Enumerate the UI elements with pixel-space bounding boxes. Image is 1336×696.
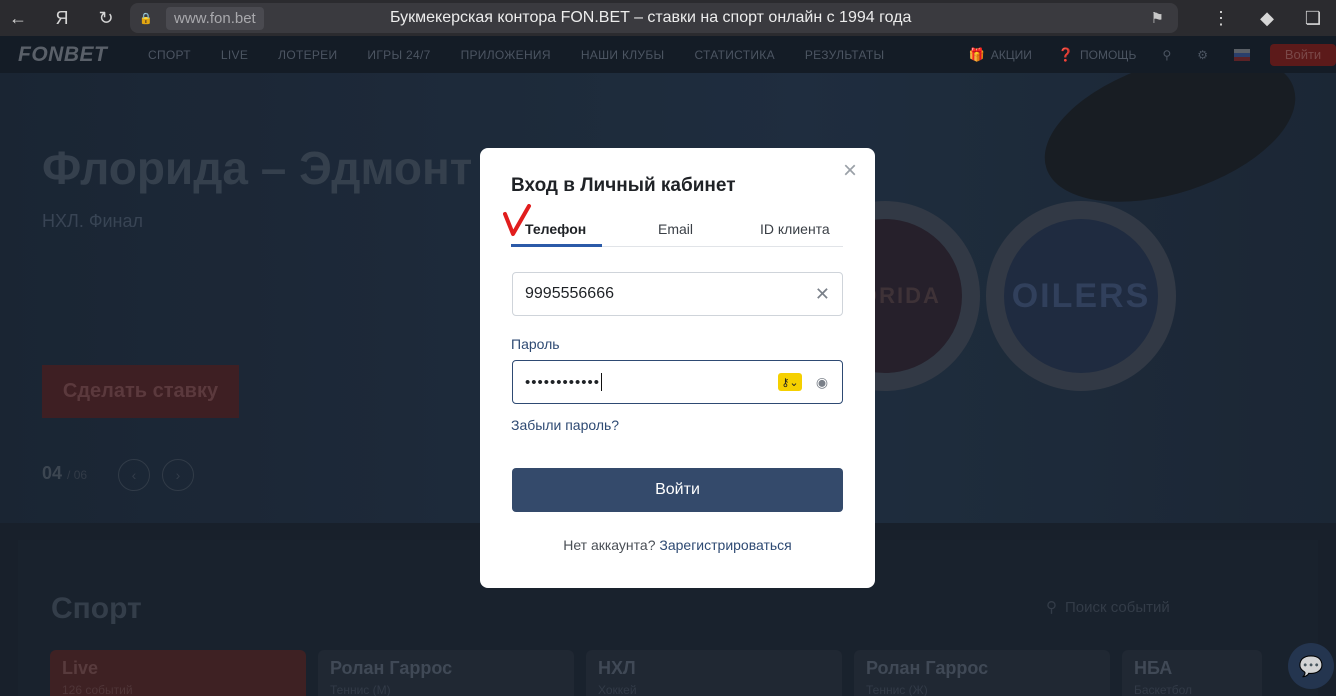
login-modal-title: Вход в Личный кабинет — [511, 175, 736, 196]
help-label: ПОМОЩЬ — [1080, 47, 1137, 62]
site-navbar: FONBET СПОРТ LIVE ЛОТЕРЕИ ИГРЫ 24/7 ПРИЛ… — [0, 36, 1336, 73]
nav-item-games[interactable]: ИГРЫ 24/7 — [367, 48, 430, 62]
fonbet-logo[interactable]: FONBET — [18, 43, 138, 67]
nav-menu: СПОРТ LIVE ЛОТЕРЕИ ИГРЫ 24/7 ПРИЛОЖЕНИЯ … — [148, 48, 914, 62]
tab-client-id[interactable]: ID клиента — [760, 221, 830, 237]
russian-flag-icon[interactable] — [1234, 48, 1250, 61]
search-icon[interactable]: ⚲ — [1162, 48, 1171, 62]
nav-item-live[interactable]: LIVE — [221, 48, 248, 62]
login-modal: × Вход в Личный кабинет Телефон Email ID… — [480, 148, 875, 588]
password-manager-key-icon[interactable]: ⚷⌄ — [778, 373, 802, 391]
nav-item-sport[interactable]: СПОРТ — [148, 48, 191, 62]
help-link[interactable]: ❓ ПОМОЩЬ — [1058, 47, 1137, 63]
menu-dots-icon[interactable]: ⋮ — [1198, 0, 1244, 36]
nav-item-results[interactable]: РЕЗУЛЬТАТЫ — [805, 48, 885, 62]
address-url[interactable]: www.fon.bet — [166, 6, 264, 30]
text-caret — [601, 373, 603, 391]
gift-icon: 🎁 — [968, 46, 985, 62]
forgot-password-link[interactable]: Забыли пароль? — [511, 417, 619, 433]
password-input[interactable]: •••••••••••• ⚷⌄ ◉ — [512, 360, 843, 404]
lock-icon: 🔒 — [139, 12, 153, 25]
browser-toolbar: ← Я ↻ 🔒 www.fon.bet Букмекерская контора… — [0, 0, 1336, 36]
close-icon[interactable]: × — [839, 159, 861, 183]
address-bar[interactable]: 🔒 www.fon.bet Букмекерская контора FON.B… — [130, 3, 1178, 33]
phone-input[interactable]: 9995556666 ✕ — [512, 272, 843, 316]
yandex-icon[interactable]: Я — [44, 0, 80, 36]
login-tabs: Телефон Email ID клиента — [511, 219, 843, 247]
settings-gear-icon[interactable]: ⚙ — [1197, 48, 1208, 62]
active-tab-indicator — [511, 244, 602, 247]
help-icon: ❓ — [1057, 46, 1075, 62]
promo-label: АКЦИИ — [990, 47, 1032, 62]
password-label: Пароль — [511, 336, 560, 352]
password-input-value: •••••••••••• — [525, 373, 601, 391]
clear-icon[interactable]: ✕ — [815, 284, 830, 305]
phone-input-value: 9995556666 — [525, 285, 614, 302]
collections-icon[interactable]: ❏ — [1290, 0, 1336, 36]
register-prompt: Нет аккаунта? Зарегистрироваться — [480, 537, 875, 553]
register-link[interactable]: Зарегистрироваться — [659, 537, 791, 553]
show-password-eye-icon[interactable]: ◉ — [812, 373, 832, 391]
extension-icon[interactable]: ◆ — [1244, 0, 1290, 36]
tab-email[interactable]: Email — [658, 221, 693, 237]
back-arrow-icon[interactable]: ← — [0, 0, 36, 36]
nav-item-apps[interactable]: ПРИЛОЖЕНИЯ — [461, 48, 551, 62]
reload-icon[interactable]: ↻ — [88, 0, 124, 36]
header-login-button[interactable]: Войти — [1270, 43, 1336, 66]
nav-item-stats[interactable]: СТАТИСТИКА — [694, 48, 774, 62]
no-account-text: Нет аккаунта? — [563, 537, 656, 553]
page-title: Букмекерская контора FON.BET – ставки на… — [390, 9, 912, 26]
nav-item-lottery[interactable]: ЛОТЕРЕИ — [278, 48, 337, 62]
red-checkmark-icon — [503, 204, 531, 236]
login-submit-button[interactable]: Войти — [512, 468, 843, 512]
bookmark-icon[interactable]: ⚑ — [1151, 9, 1164, 27]
nav-item-clubs[interactable]: НАШИ КЛУБЫ — [581, 48, 665, 62]
promo-link[interactable]: 🎁 АКЦИИ — [969, 47, 1032, 63]
tab-phone[interactable]: Телефон — [525, 221, 586, 237]
